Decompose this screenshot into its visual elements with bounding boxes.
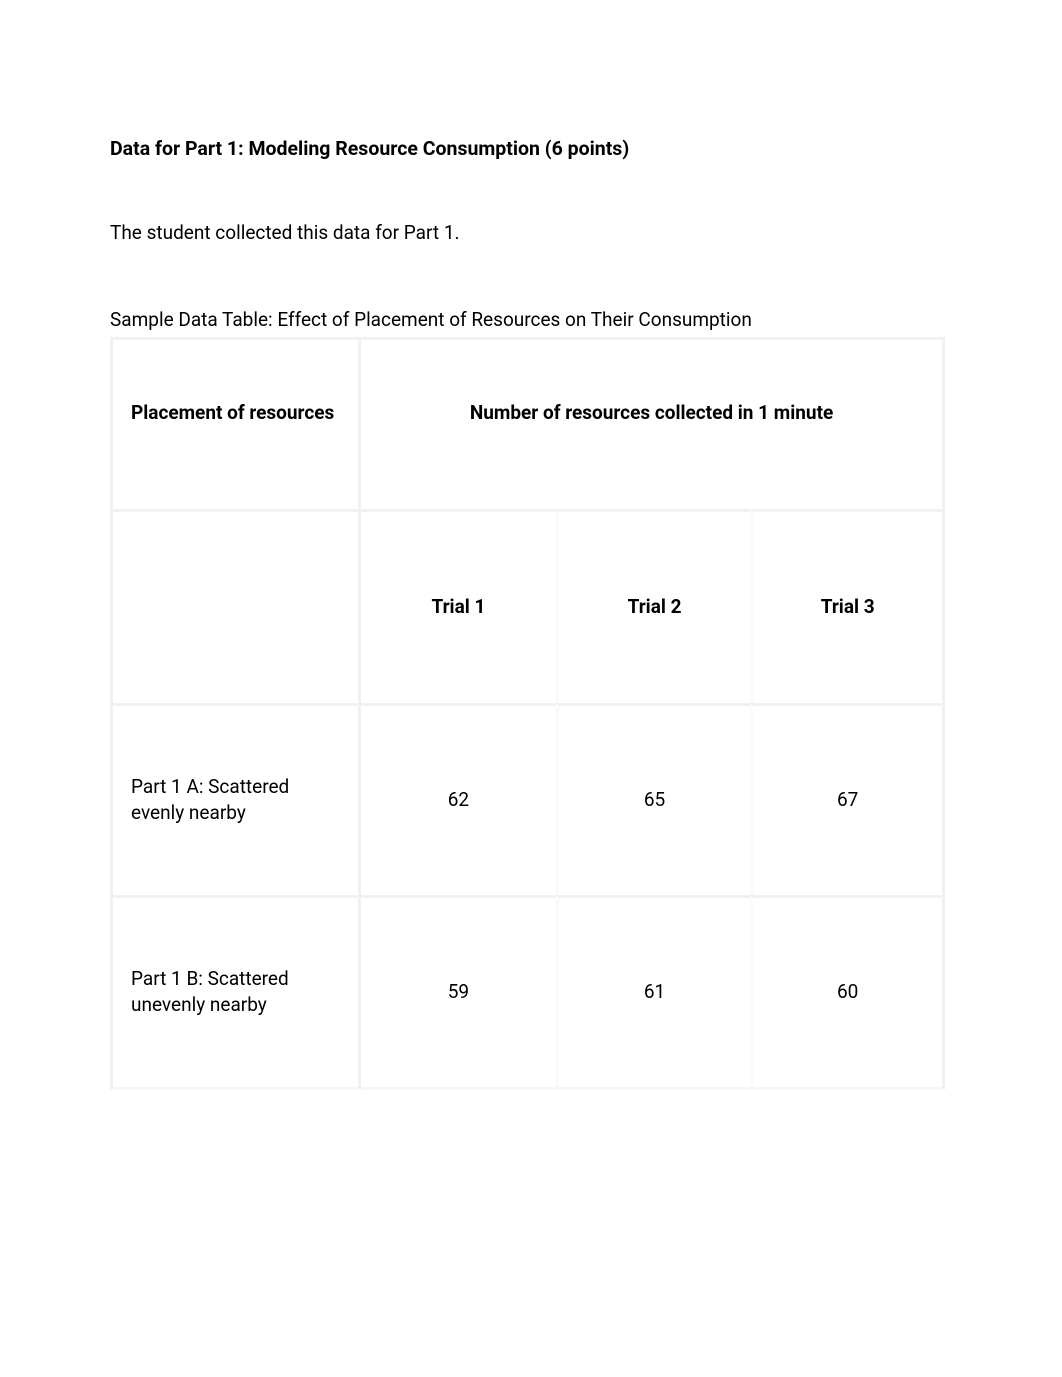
sub-header-trial-1: Trial 1 xyxy=(361,509,556,703)
value-cell: 67 xyxy=(750,703,945,895)
value-cell: 59 xyxy=(361,895,556,1090)
table-caption: Sample Data Table: Effect of Placement o… xyxy=(110,307,952,334)
table-header-row-2: Trial 1 Trial 2 Trial 3 xyxy=(110,509,945,703)
sub-header-trial-3: Trial 3 xyxy=(750,509,945,703)
value-cell: 60 xyxy=(750,895,945,1090)
table-header-row-1: Placement of resources Number of resourc… xyxy=(110,337,945,509)
intro-text: The student collected this data for Part… xyxy=(110,220,952,247)
value-cell: 61 xyxy=(556,895,751,1090)
section-heading: Data for Part 1: Modeling Resource Consu… xyxy=(110,135,952,162)
table-row: Part 1 B: Scattered unevenly nearby 59 6… xyxy=(110,895,945,1090)
row-label: Part 1 A: Scattered evenly nearby xyxy=(110,703,361,895)
row-label: Part 1 B: Scattered unevenly nearby xyxy=(110,895,361,1090)
table-row: Part 1 A: Scattered evenly nearby 62 65 … xyxy=(110,703,945,895)
row-header-label: Placement of resources xyxy=(110,337,361,509)
merged-header: Number of resources collected in 1 minut… xyxy=(361,337,945,509)
data-table: Placement of resources Number of resourc… xyxy=(110,337,945,1090)
value-cell: 62 xyxy=(361,703,556,895)
value-cell: 65 xyxy=(556,703,751,895)
empty-header xyxy=(110,509,361,703)
sub-header-trial-2: Trial 2 xyxy=(556,509,751,703)
